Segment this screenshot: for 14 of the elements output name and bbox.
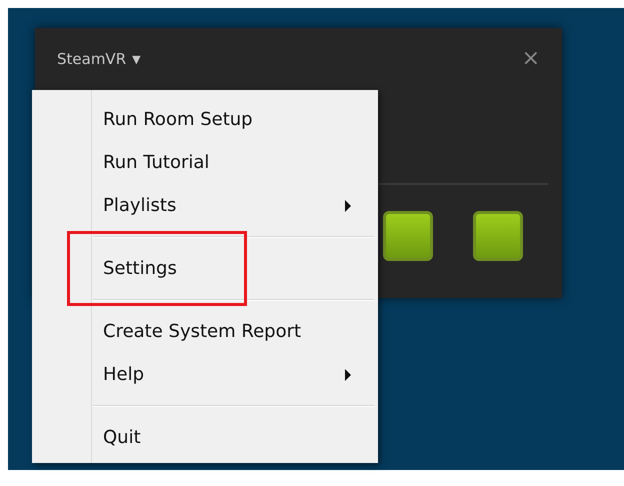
submenu-arrow-icon bbox=[344, 368, 352, 380]
menu-item[interactable]: Run Room Setup bbox=[32, 98, 378, 141]
menu-item[interactable]: Playlists bbox=[32, 184, 378, 227]
status-square-icon bbox=[473, 211, 523, 261]
status-square-icon bbox=[383, 211, 433, 261]
menu-item[interactable]: Settings bbox=[70, 234, 244, 303]
window-title[interactable]: SteamVR bbox=[57, 50, 126, 68]
menu-item[interactable]: Create System Report bbox=[32, 310, 378, 353]
menu-item[interactable]: Help bbox=[32, 353, 378, 396]
submenu-arrow-icon bbox=[344, 200, 352, 212]
menu-item[interactable]: Quit bbox=[32, 416, 378, 459]
menu-item[interactable]: Run Tutorial bbox=[32, 141, 378, 184]
caret-icon[interactable]: ▼ bbox=[132, 52, 141, 66]
close-icon[interactable]: × bbox=[522, 48, 540, 70]
